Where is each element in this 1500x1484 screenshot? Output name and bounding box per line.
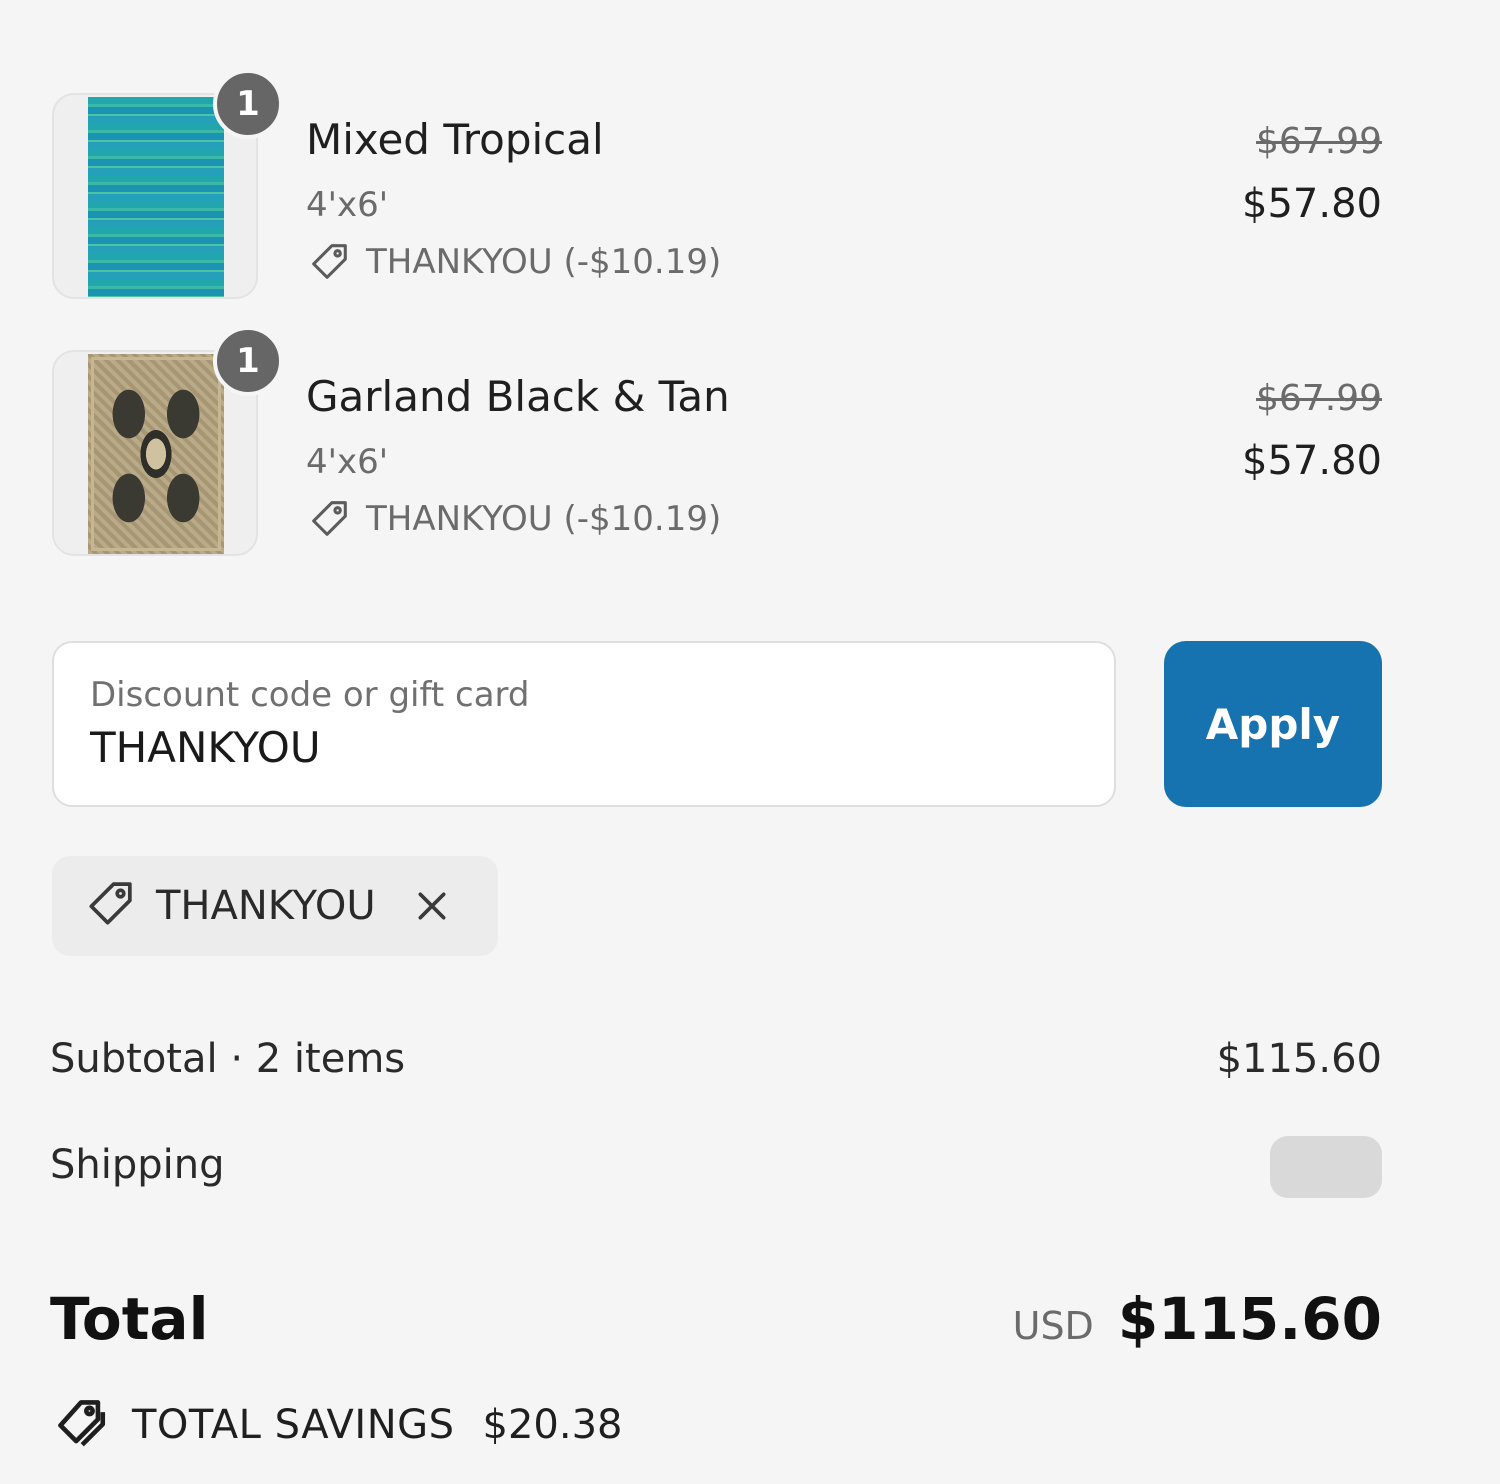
product-name: Mixed Tropical	[306, 115, 604, 164]
item-discount-text: THANKYOU (-$10.19)	[366, 242, 722, 282]
item-discount-text: THANKYOU (-$10.19)	[366, 499, 722, 539]
subtotal-label: Subtotal · 2 items	[50, 1036, 406, 1082]
total-label: Total	[50, 1285, 209, 1353]
item-price: $57.80	[1242, 181, 1382, 227]
total-savings: TOTAL SAVINGS $20.38	[52, 1394, 622, 1456]
quantity-badge: 1	[213, 69, 283, 139]
line-item: 1 Garland Black & Tan 4'x6' THANKYOU (-$…	[52, 326, 1382, 560]
subtotal-value: $115.60	[1216, 1036, 1382, 1082]
shipping-row: Shipping	[50, 1136, 1382, 1198]
applied-discount-chip: THANKYOU	[52, 856, 498, 956]
applied-code-label: THANKYOU	[156, 883, 376, 929]
product-image	[88, 97, 224, 297]
product-image	[88, 354, 224, 554]
shipping-value-placeholder	[1270, 1136, 1382, 1198]
product-variant: 4'x6'	[306, 185, 389, 225]
total-savings-value: $20.38	[482, 1402, 623, 1448]
compare-at-price: $67.99	[1256, 121, 1382, 162]
apply-button[interactable]: Apply	[1164, 641, 1382, 807]
product-variant: 4'x6'	[306, 442, 389, 482]
total-value: $115.60	[1117, 1285, 1382, 1353]
subtotal-row: Subtotal · 2 items $115.60	[50, 1036, 1382, 1096]
currency-code: USD	[1012, 1304, 1094, 1348]
close-icon	[418, 892, 446, 920]
discount-form: Discount code or gift card Apply	[52, 641, 1382, 807]
tag-icon	[306, 496, 352, 542]
discount-code-input[interactable]	[90, 723, 1070, 772]
remove-discount-button[interactable]	[410, 884, 454, 928]
shipping-label: Shipping	[50, 1142, 225, 1188]
compare-at-price: $67.99	[1256, 378, 1382, 419]
total-row: Total USD $115.60	[50, 1285, 1382, 1365]
quantity-badge: 1	[213, 326, 283, 396]
total-savings-label: TOTAL SAVINGS	[132, 1402, 455, 1448]
product-name: Garland Black & Tan	[306, 372, 730, 421]
tags-icon	[52, 1394, 110, 1456]
item-discount: THANKYOU (-$10.19)	[306, 496, 721, 542]
discount-field[interactable]: Discount code or gift card	[52, 641, 1116, 807]
total-amount: USD $115.60	[1013, 1285, 1382, 1353]
line-item: 1 Mixed Tropical 4'x6' THANKYOU (-$10.19…	[52, 69, 1382, 303]
tag-icon	[306, 239, 352, 285]
tag-icon	[82, 876, 138, 936]
item-price: $57.80	[1242, 438, 1382, 484]
discount-field-label: Discount code or gift card	[90, 675, 530, 715]
item-discount: THANKYOU (-$10.19)	[306, 239, 721, 285]
order-summary: 1 Mixed Tropical 4'x6' THANKYOU (-$10.19…	[0, 0, 1500, 1484]
